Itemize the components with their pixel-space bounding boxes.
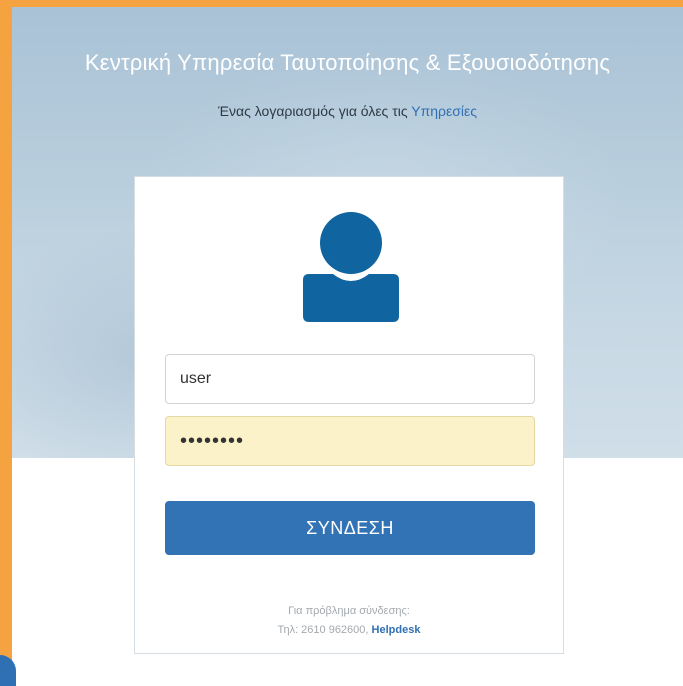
helpdesk-link[interactable]: Helpdesk bbox=[372, 624, 421, 636]
password-input[interactable] bbox=[165, 416, 535, 466]
help-line: Για πρόβλημα σύνδεσης: bbox=[288, 605, 410, 617]
services-link[interactable]: Υπηρεσίες bbox=[411, 103, 477, 119]
phone-text: Τηλ: 2610 962600, bbox=[277, 624, 372, 636]
page-subtitle: Ένας λογαριασμός για όλες τις Υπηρεσίες bbox=[12, 103, 683, 119]
contact-line: Τηλ: 2610 962600, Helpdesk bbox=[135, 621, 563, 640]
username-input[interactable] bbox=[165, 354, 535, 404]
subtitle-text: Ένας λογαριασμός για όλες τις bbox=[218, 103, 412, 119]
corner-decoration bbox=[0, 655, 16, 686]
user-icon bbox=[303, 212, 399, 322]
page-title: Κεντρική Υπηρεσία Ταυτοποίησης & Εξουσιο… bbox=[84, 50, 611, 75]
login-button[interactable]: ΣΥΝΔΕΣΗ bbox=[165, 501, 535, 555]
help-section: Για πρόβλημα σύνδεσης: Τηλ: 2610 962600,… bbox=[135, 602, 563, 640]
login-card: ΣΥΝΔΕΣΗ Για πρόβλημα σύνδεσης: Τηλ: 2610… bbox=[134, 176, 564, 654]
